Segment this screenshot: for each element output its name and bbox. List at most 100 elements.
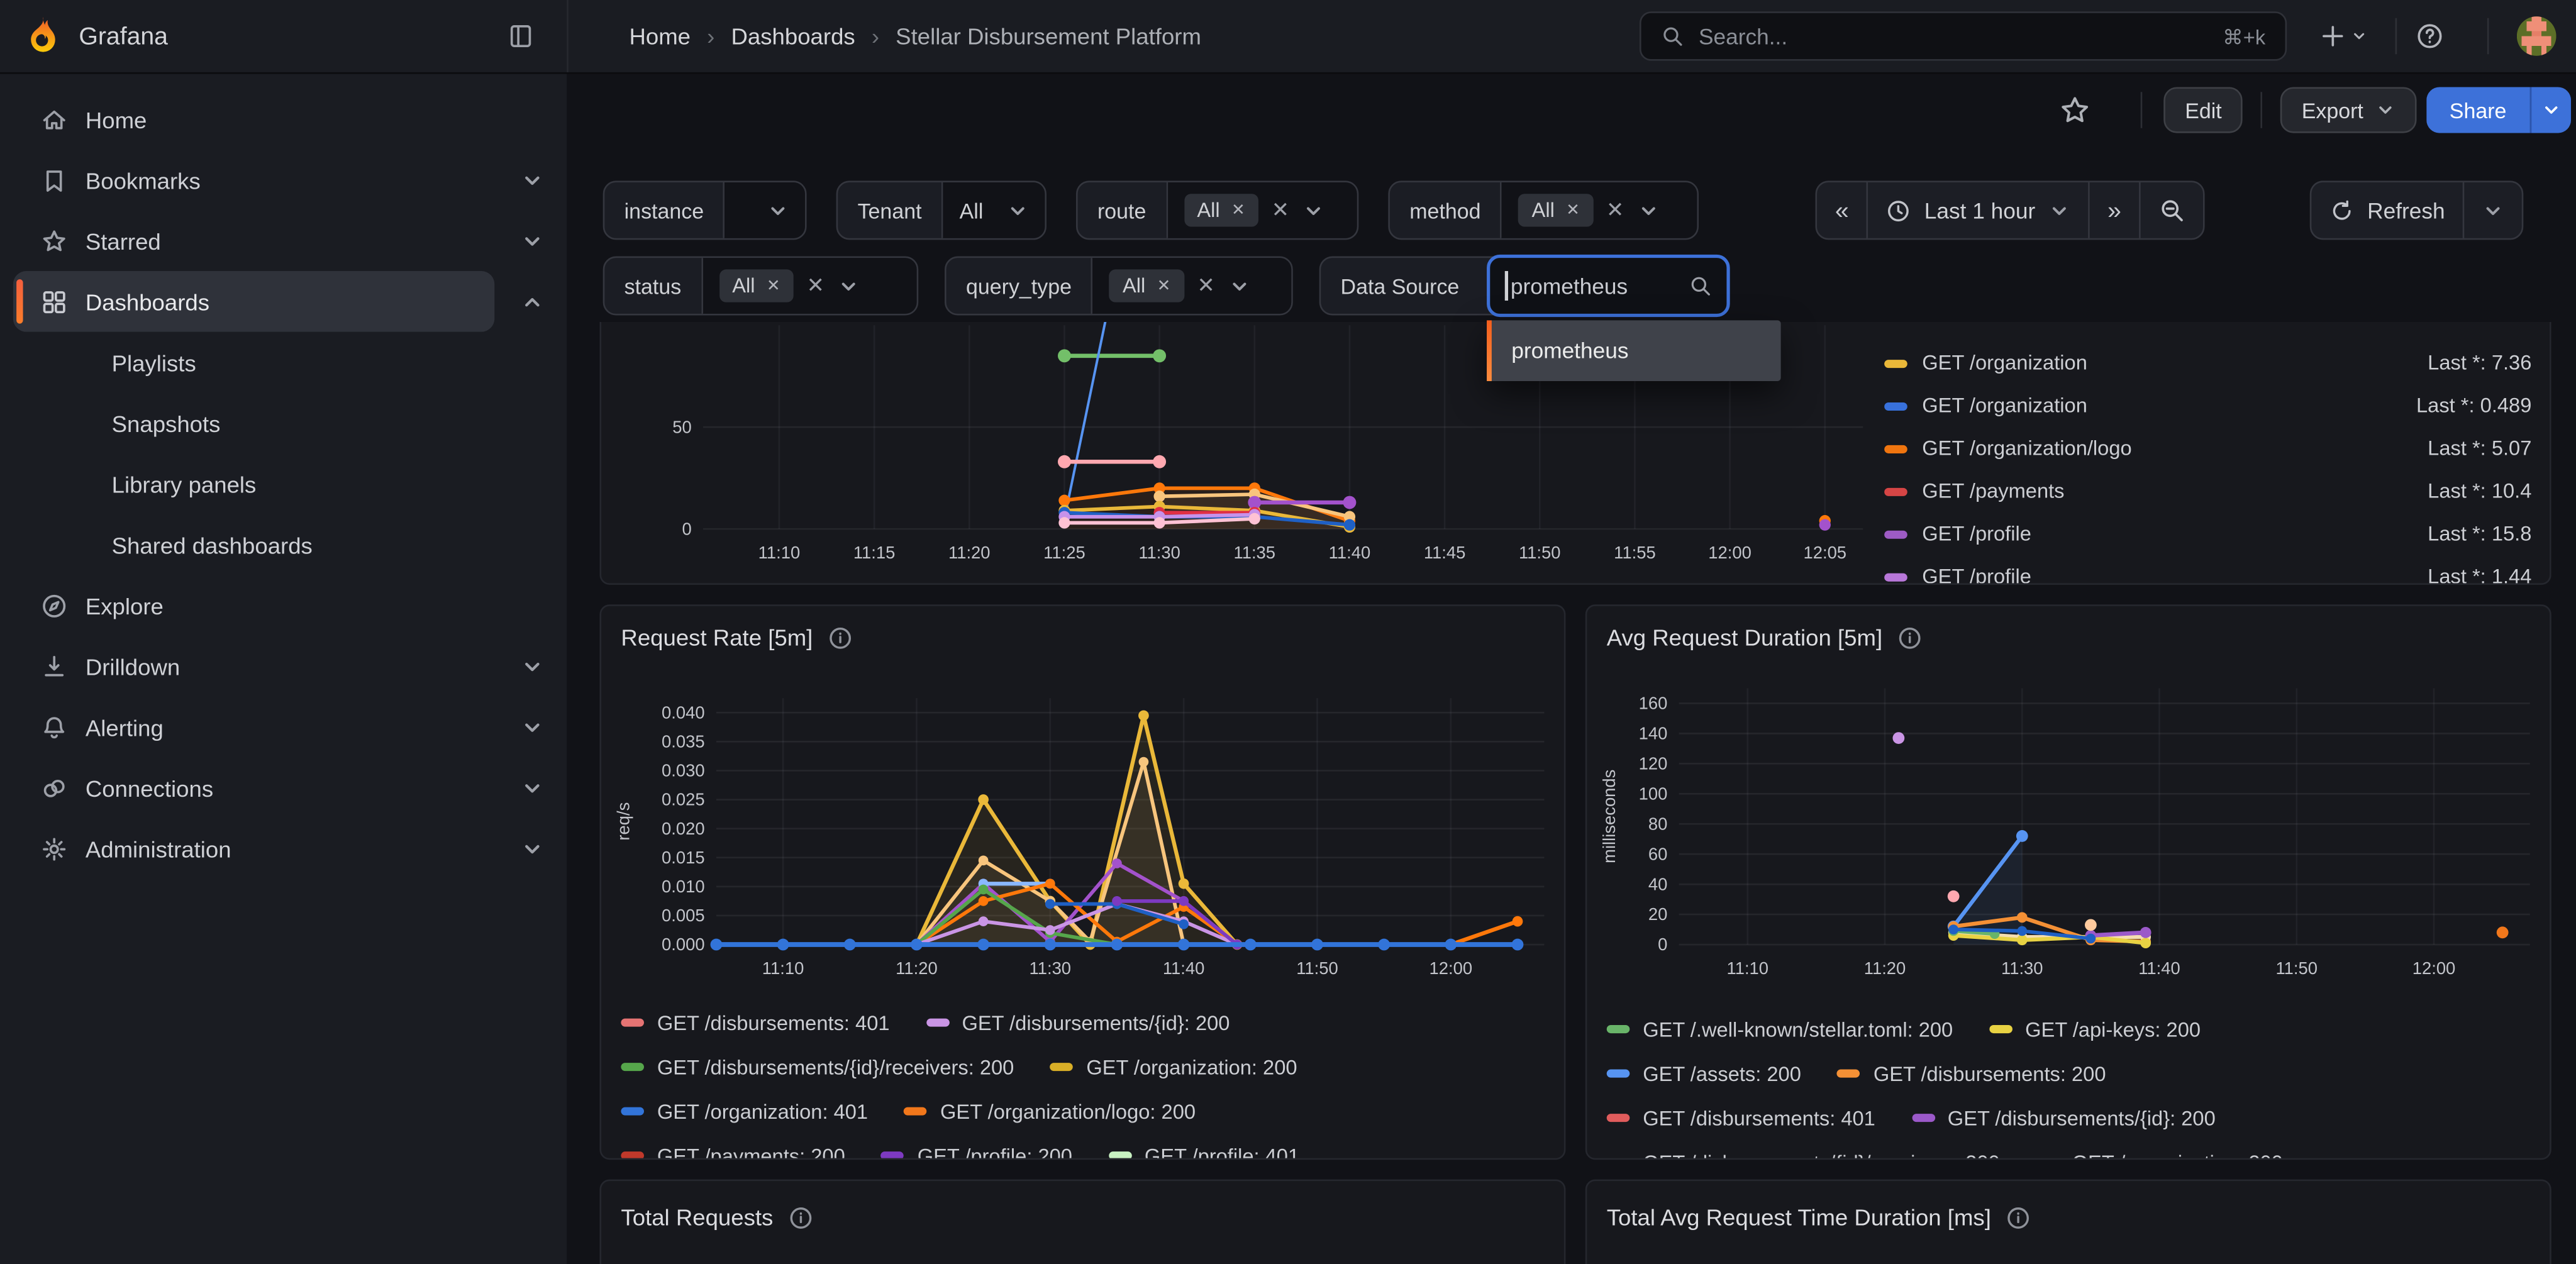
filter-datasource[interactable]: Data Source prometheus bbox=[1319, 257, 1730, 316]
breadcrumb-home[interactable]: Home bbox=[629, 23, 691, 50]
favorite-star-icon[interactable] bbox=[2058, 94, 2091, 126]
breadcrumb-dashboards[interactable]: Dashboards bbox=[731, 23, 855, 50]
user-avatar[interactable] bbox=[2517, 16, 2557, 56]
legend-item[interactable]: GET /disbursements/{id}/receivers: 200 bbox=[621, 1055, 1014, 1078]
grafana-logo-icon[interactable] bbox=[21, 15, 64, 58]
time-shift-back-button[interactable]: « bbox=[1817, 182, 1867, 238]
chevron-down-icon[interactable] bbox=[521, 169, 544, 192]
dropdown-option-prometheus[interactable]: prometheus bbox=[1487, 338, 1628, 363]
sidebar-item-dashboards[interactable]: Dashboards bbox=[13, 271, 494, 332]
chevron-down-icon[interactable] bbox=[1637, 199, 1658, 221]
chevron-down-icon[interactable] bbox=[1007, 199, 1028, 221]
remove-value-icon[interactable]: ✕ bbox=[767, 277, 780, 295]
sidebar-item-bookmarks[interactable]: Bookmarks bbox=[13, 150, 494, 211]
sidebar-item-starred[interactable]: Starred bbox=[13, 210, 494, 271]
remove-value-icon[interactable]: ✕ bbox=[1231, 201, 1245, 219]
edit-button[interactable]: Edit bbox=[2163, 87, 2243, 133]
time-range-picker[interactable]: Last 1 hour bbox=[1867, 182, 2087, 238]
sidebar-item-drilldown[interactable]: Drilldown bbox=[13, 636, 494, 697]
legend-item[interactable]: GET /profile: 200 bbox=[881, 1144, 1072, 1160]
legend-item[interactable]: GET /organization: 401 bbox=[621, 1100, 868, 1123]
legend-item[interactable]: GET /organization: 200 bbox=[2036, 1151, 2283, 1160]
share-button[interactable]: Share bbox=[2426, 87, 2529, 133]
chevron-down-icon[interactable] bbox=[1228, 275, 1250, 297]
chevron-down-icon[interactable] bbox=[767, 199, 789, 221]
sidebar-item-connections[interactable]: Connections bbox=[13, 757, 494, 818]
remove-value-icon[interactable]: ✕ bbox=[1157, 277, 1171, 295]
zoom-out-button[interactable] bbox=[2140, 182, 2204, 238]
sidebar-item-explore[interactable]: Explore bbox=[13, 575, 494, 636]
brand-label[interactable]: Grafana bbox=[79, 0, 168, 72]
panel-title[interactable]: Avg Request Duration [5m] bbox=[1607, 624, 1882, 651]
filter-tenant[interactable]: Tenant All bbox=[836, 180, 1046, 240]
filter-route[interactable]: route All✕ ✕ bbox=[1076, 180, 1358, 240]
chart-dur[interactable]: 11:1011:2011:3011:4011:5012:000204060801… bbox=[1597, 665, 2543, 994]
refresh-button[interactable]: Refresh bbox=[2311, 182, 2463, 238]
chevron-up-icon[interactable] bbox=[521, 290, 544, 313]
chevron-down-icon[interactable] bbox=[521, 776, 544, 799]
series-name[interactable]: GET /payments bbox=[1922, 480, 2064, 503]
remove-value-icon[interactable]: ✕ bbox=[1566, 201, 1580, 219]
datasource-input[interactable]: prometheus bbox=[1487, 255, 1730, 317]
info-icon[interactable] bbox=[1897, 625, 1922, 650]
legend-item[interactable]: GET /profile: 401 bbox=[1108, 1144, 1299, 1160]
legend-item[interactable]: GET /disbursements/{id}: 200 bbox=[926, 1011, 1230, 1034]
legend-row[interactable]: GET /organization/logoLast *: 5.07 bbox=[1884, 427, 2531, 470]
legend-row[interactable]: GET /profileLast *: 1.44 bbox=[1884, 555, 2531, 585]
legend-item[interactable]: GET /organization: 200 bbox=[1050, 1055, 1297, 1078]
legend-item[interactable]: GET /organization/logo: 200 bbox=[904, 1100, 1196, 1123]
add-button[interactable] bbox=[2319, 16, 2367, 56]
legend-row[interactable]: GET /organizationLast *: 0.489 bbox=[1884, 384, 2531, 427]
filter-method[interactable]: method All✕ ✕ bbox=[1388, 180, 1699, 240]
series-name[interactable]: GET /organization bbox=[1922, 394, 2087, 418]
legend-item[interactable]: GET /disbursements: 401 bbox=[621, 1011, 889, 1034]
series-name[interactable]: GET /profile bbox=[1922, 523, 2031, 546]
panel-title[interactable]: Total Avg Request Time Duration [ms] bbox=[1607, 1204, 1991, 1231]
info-icon[interactable] bbox=[788, 1205, 813, 1229]
sidebar-item-alerting[interactable]: Alerting bbox=[13, 697, 494, 758]
chart-rate[interactable]: 11:1011:2011:3011:4011:5012:000.0000.005… bbox=[611, 665, 1558, 994]
chevron-down-icon[interactable] bbox=[521, 229, 544, 252]
export-button[interactable]: Export bbox=[2280, 87, 2416, 133]
legend-item[interactable]: GET /disbursements/{id}/receivers: 200 bbox=[1607, 1151, 2000, 1160]
filter-pill[interactable]: All✕ bbox=[719, 269, 793, 302]
clear-all-icon[interactable]: ✕ bbox=[807, 273, 824, 299]
panel-title[interactable]: Total Requests bbox=[621, 1204, 773, 1231]
sidebar-item-snapshots[interactable]: Snapshots bbox=[13, 392, 494, 453]
filter-pill[interactable]: All✕ bbox=[1109, 269, 1184, 302]
legend-item[interactable]: GET /disbursements: 401 bbox=[1607, 1106, 1875, 1129]
sidebar-item-shared-dashboards[interactable]: Shared dashboards bbox=[13, 514, 494, 575]
help-icon[interactable] bbox=[2415, 16, 2445, 56]
clear-all-icon[interactable]: ✕ bbox=[1606, 197, 1624, 223]
series-name[interactable]: GET /profile bbox=[1922, 565, 2031, 585]
refresh-interval-button[interactable] bbox=[2463, 182, 2522, 238]
clear-all-icon[interactable]: ✕ bbox=[1272, 197, 1289, 223]
sidebar-item-library-panels[interactable]: Library panels bbox=[13, 453, 494, 514]
legend-row[interactable]: GET /paymentsLast *: 10.4 bbox=[1884, 470, 2531, 513]
legend-item[interactable]: GET /disbursements/{id}: 200 bbox=[1911, 1106, 2215, 1129]
legend-item[interactable]: GET /api-keys: 200 bbox=[1989, 1017, 2201, 1041]
search-input[interactable]: Search... ⌘+k bbox=[1640, 11, 2287, 60]
chevron-down-icon[interactable] bbox=[521, 837, 544, 860]
chevron-down-icon[interactable] bbox=[521, 716, 544, 739]
chevron-down-icon[interactable] bbox=[1302, 199, 1324, 221]
clear-all-icon[interactable]: ✕ bbox=[1197, 273, 1214, 299]
filter-instance[interactable]: instance bbox=[603, 180, 807, 240]
sidebar-item-home[interactable]: Home bbox=[13, 89, 494, 150]
filter-query-type[interactable]: query_type All✕ ✕ bbox=[945, 257, 1293, 316]
legend-item[interactable]: GET /disbursements: 200 bbox=[1837, 1062, 2106, 1085]
share-menu-button[interactable] bbox=[2529, 87, 2570, 133]
legend-row[interactable]: GET /organizationLast *: 7.36 bbox=[1884, 341, 2531, 384]
info-icon[interactable] bbox=[828, 625, 852, 650]
series-name[interactable]: GET /organization bbox=[1922, 352, 2087, 375]
info-icon[interactable] bbox=[2006, 1205, 2030, 1229]
sidebar-item-administration[interactable]: Administration bbox=[13, 818, 494, 879]
legend-item[interactable]: GET /.well-known/stellar.toml: 200 bbox=[1607, 1017, 1953, 1041]
filter-status[interactable]: status All✕ ✕ bbox=[603, 257, 919, 316]
legend-item[interactable]: GET /assets: 200 bbox=[1607, 1062, 1801, 1085]
series-name[interactable]: GET /organization/logo bbox=[1922, 437, 2131, 460]
legend-item[interactable]: GET /payments: 200 bbox=[621, 1144, 845, 1160]
panel-title[interactable]: Request Rate [5m] bbox=[621, 624, 813, 651]
sidebar-toggle-icon[interactable] bbox=[506, 21, 536, 51]
filter-pill[interactable]: All✕ bbox=[1184, 194, 1258, 226]
